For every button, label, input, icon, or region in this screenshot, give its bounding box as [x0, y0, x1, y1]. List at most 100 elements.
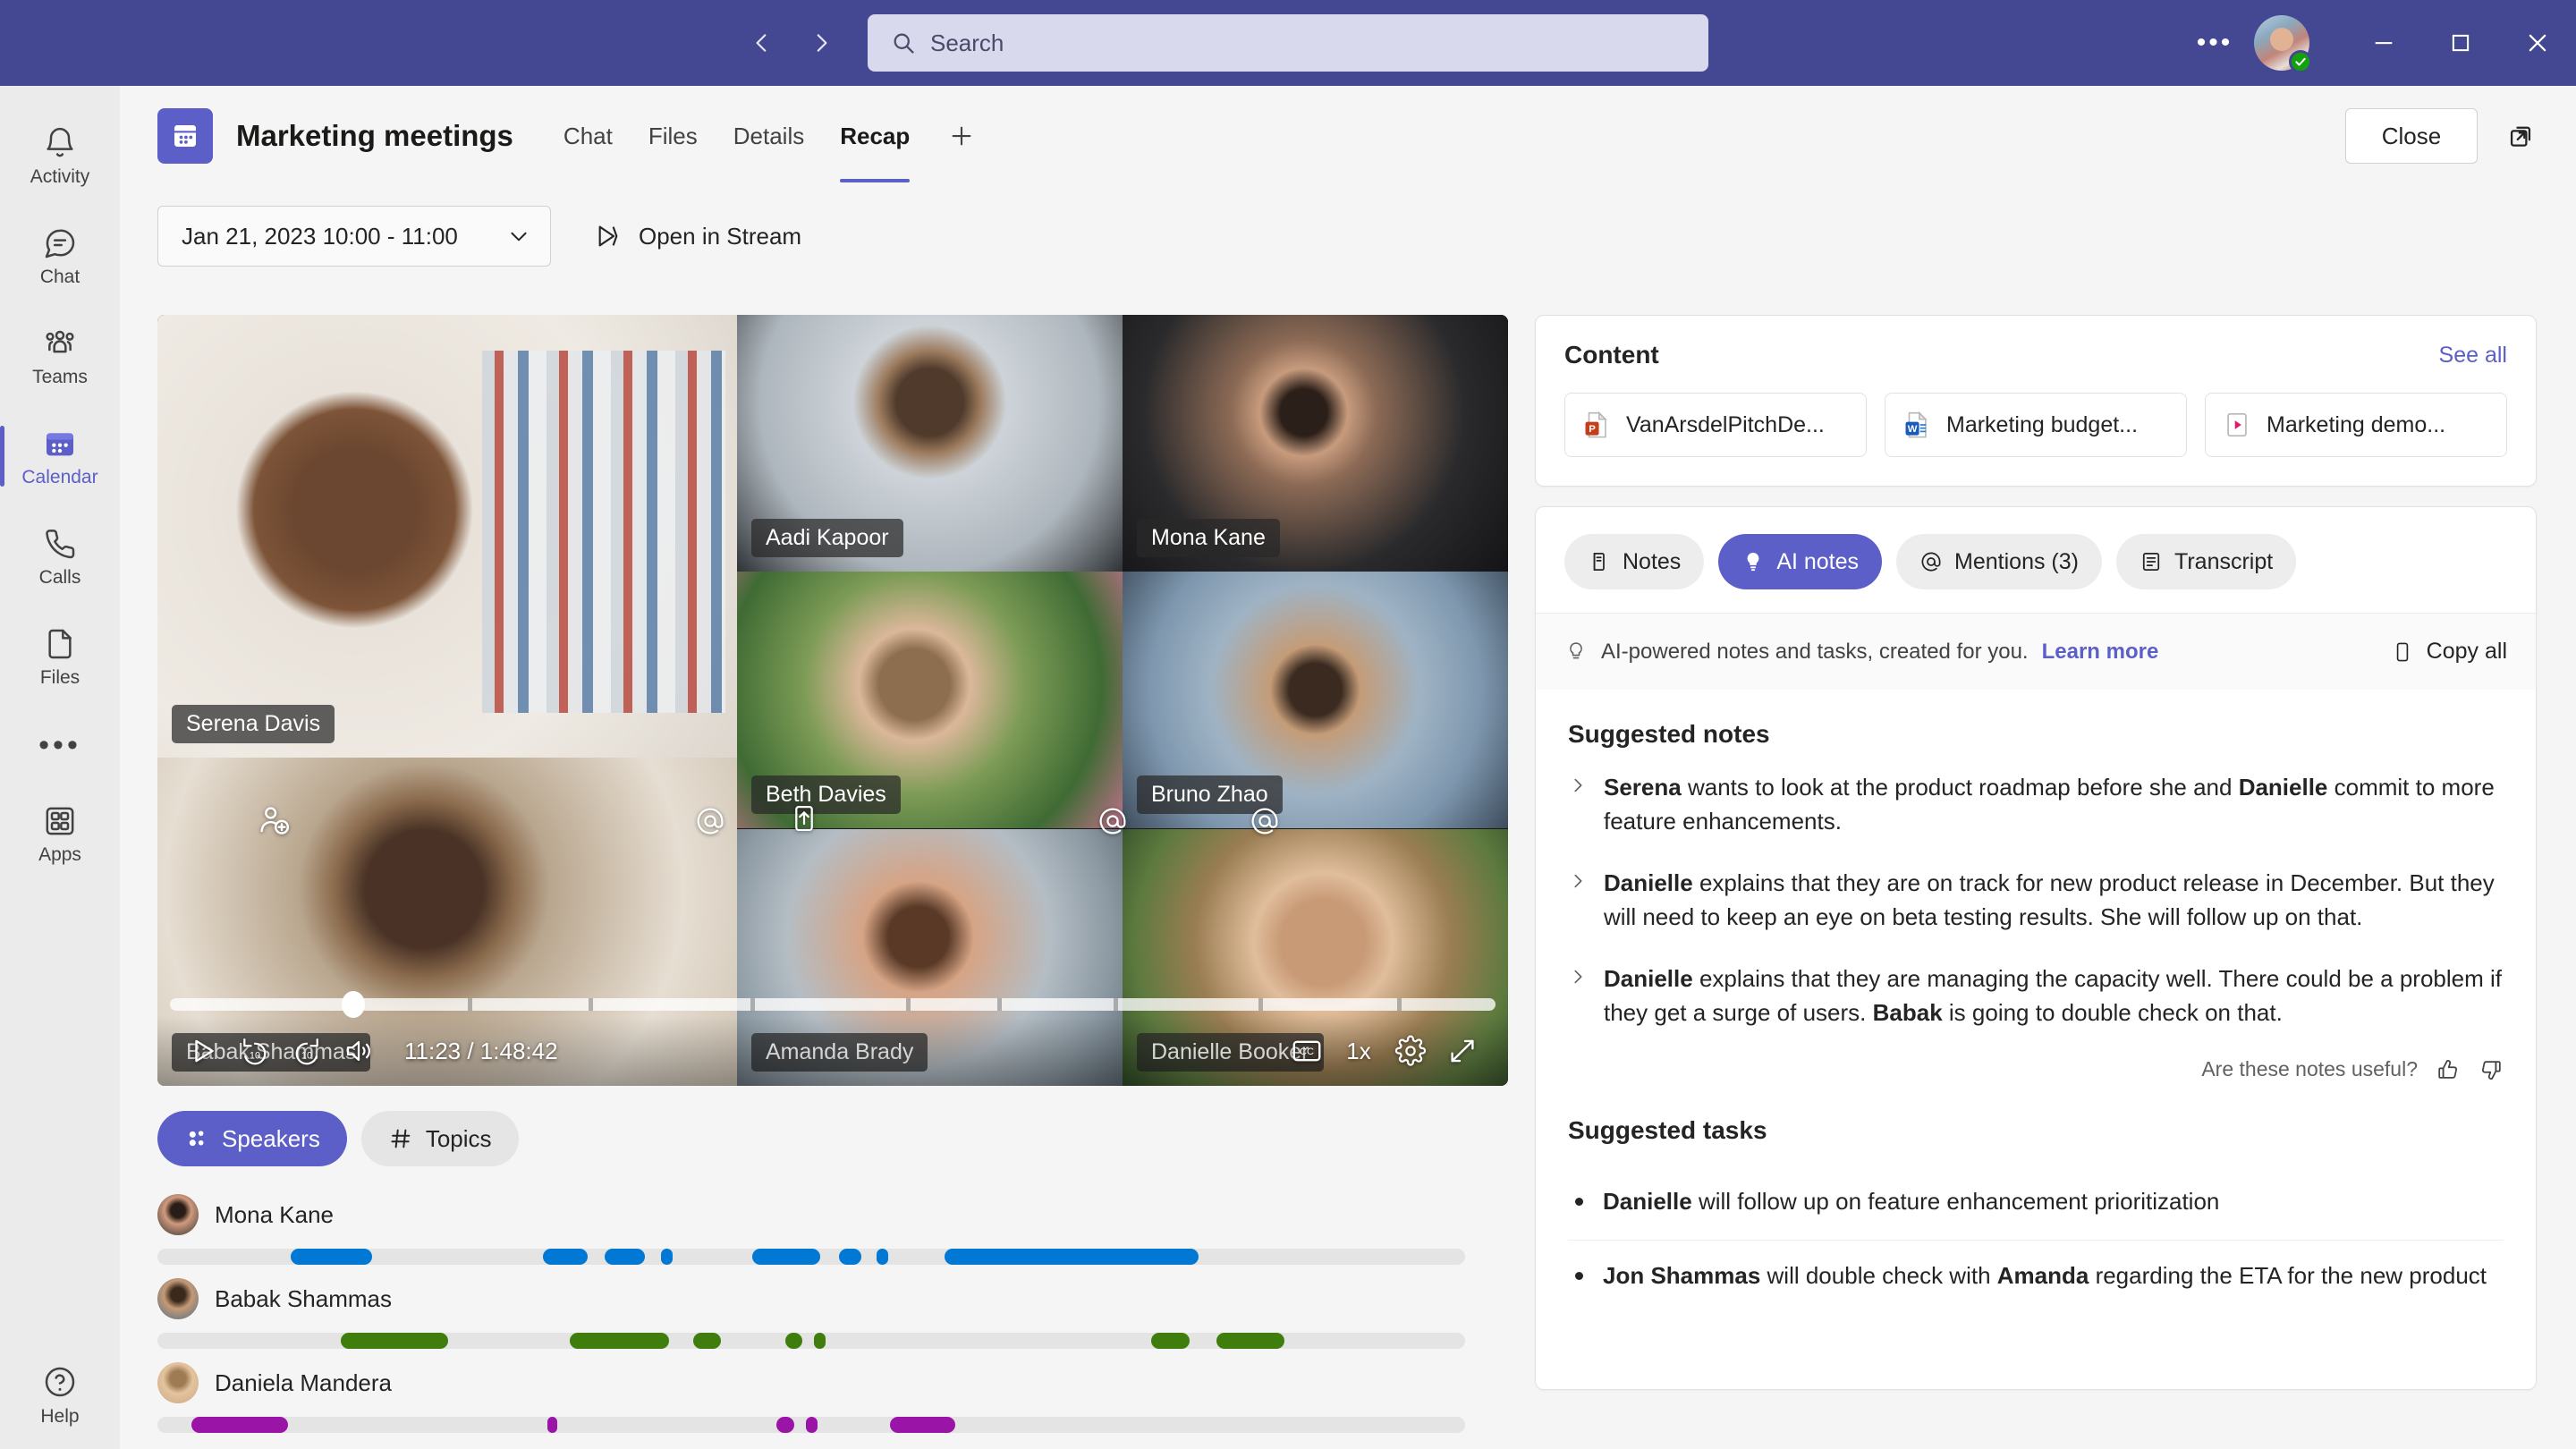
sidebar-item-activity[interactable]: Activity: [0, 106, 120, 206]
speaker-timeline-segment[interactable]: [1216, 1333, 1284, 1349]
tab-chat[interactable]: Chat: [546, 114, 631, 159]
fullscreen-icon[interactable]: [1436, 1025, 1488, 1077]
scrubber-thumb[interactable]: [342, 991, 365, 1018]
scrubber-chapter-mark: [750, 998, 755, 1011]
add-tab-button[interactable]: [938, 113, 985, 159]
copy-all-button[interactable]: Copy all: [2391, 639, 2507, 665]
chevron-right-icon[interactable]: [1568, 962, 1588, 1030]
speaker-timeline-segment[interactable]: [605, 1249, 645, 1265]
tab-topics[interactable]: Topics: [361, 1111, 519, 1166]
tab-speakers-label: Speakers: [222, 1125, 320, 1153]
date-range-value: Jan 21, 2023 10:00 - 11:00: [182, 223, 458, 250]
speaker-timeline-segment[interactable]: [341, 1333, 448, 1349]
file-chip-word[interactable]: W Marketing budget...: [1885, 393, 2187, 457]
more-options-icon[interactable]: •••: [2188, 16, 2241, 70]
volume-icon[interactable]: [333, 1025, 385, 1077]
file-chip-video[interactable]: Marketing demo...: [2205, 393, 2507, 457]
speaker-header: Babak Shammas: [157, 1274, 1508, 1324]
thumbs-down-icon[interactable]: [2479, 1057, 2504, 1082]
close-button[interactable]: Close: [2345, 108, 2478, 164]
tab-recap[interactable]: Recap: [822, 114, 928, 159]
sidebar-item-help[interactable]: Help: [0, 1364, 120, 1428]
teams-icon: [42, 326, 78, 361]
speaker-timeline-segment[interactable]: [890, 1417, 955, 1433]
video-tile[interactable]: Aadi Kapoor: [737, 315, 1123, 572]
video-scrubber[interactable]: [170, 998, 1496, 1011]
speaker-timeline-segment[interactable]: [776, 1417, 794, 1433]
sidebar-item-calls[interactable]: Calls: [0, 506, 120, 606]
speaker-timeline-segment[interactable]: [945, 1249, 1199, 1265]
speaker-timeline-segment[interactable]: [877, 1249, 888, 1265]
sidebar-item-chat[interactable]: Chat: [0, 206, 120, 306]
video-tile[interactable]: Beth Davies: [737, 572, 1123, 828]
chevron-right-icon[interactable]: [1568, 770, 1588, 839]
maximize-button[interactable]: [2422, 0, 2499, 86]
chevron-right-icon[interactable]: [1568, 866, 1588, 935]
search-input[interactable]: Search: [868, 14, 1708, 72]
date-range-selector[interactable]: Jan 21, 2023 10:00 - 11:00: [157, 206, 551, 267]
titlebar-right-group: •••: [2188, 0, 2576, 86]
rewind-10-icon[interactable]: 10: [229, 1025, 281, 1077]
tab-speakers[interactable]: Speakers: [157, 1111, 347, 1166]
suggested-tasks-title: Suggested tasks: [1568, 1116, 2504, 1145]
mention-marker-icon[interactable]: [694, 805, 726, 837]
share-marker-icon[interactable]: [788, 802, 820, 835]
tab-files[interactable]: Files: [631, 114, 716, 159]
speaker-timeline-segment[interactable]: [291, 1249, 372, 1265]
mention-marker-icon[interactable]: [1097, 805, 1129, 837]
forward-button[interactable]: [801, 23, 841, 63]
tab-mentions[interactable]: Mentions (3): [1896, 534, 2102, 589]
back-button[interactable]: [742, 23, 782, 63]
speaker-timeline-track[interactable]: [157, 1249, 1465, 1265]
join-marker-icon[interactable]: [256, 802, 292, 838]
close-window-button[interactable]: [2499, 0, 2576, 86]
captions-icon[interactable]: CC: [1281, 1025, 1333, 1077]
avatar[interactable]: [2254, 15, 2309, 71]
speaker-timeline-segment[interactable]: [547, 1417, 558, 1433]
video-tile[interactable]: Mona Kane: [1123, 315, 1508, 572]
sidebar-item-calendar[interactable]: Calendar: [0, 406, 120, 506]
see-all-link[interactable]: See all: [2439, 343, 2507, 369]
sidebar-item-files[interactable]: Files: [0, 606, 120, 707]
speaker-timeline-segment[interactable]: [839, 1249, 861, 1265]
speaker-timeline-segment[interactable]: [570, 1333, 669, 1349]
tab-ai-notes[interactable]: AI notes: [1718, 534, 1882, 589]
video-tile[interactable]: Serena Davis: [157, 315, 737, 758]
speaker-timeline-track[interactable]: [157, 1417, 1465, 1433]
file-chip-powerpoint[interactable]: P VanArsdelPitchDe...: [1564, 393, 1867, 457]
people-icon: [184, 1126, 209, 1151]
speaker-timeline-segment[interactable]: [693, 1333, 721, 1349]
meeting-video-player[interactable]: Serena Davis Babak Shammas Aadi Kapoor M…: [157, 315, 1508, 1086]
forward-10-icon[interactable]: 10: [281, 1025, 333, 1077]
person-name: Babak: [1873, 999, 1943, 1026]
popout-icon[interactable]: [2497, 113, 2544, 159]
tab-transcript[interactable]: Transcript: [2116, 534, 2296, 589]
video-tile[interactable]: Bruno Zhao: [1123, 572, 1508, 828]
play-icon[interactable]: [177, 1025, 229, 1077]
learn-more-link[interactable]: Learn more: [2042, 640, 2159, 665]
sidebar-item-teams[interactable]: Teams: [0, 306, 120, 406]
speaker-timeline-segment[interactable]: [785, 1333, 802, 1349]
playback-speed-button[interactable]: 1x: [1333, 1025, 1385, 1077]
speaker-timeline-segment[interactable]: [661, 1249, 673, 1265]
speaker-timeline-track[interactable]: [157, 1333, 1465, 1349]
thumbs-up-icon[interactable]: [2436, 1057, 2461, 1082]
minimize-button[interactable]: [2345, 0, 2422, 86]
bullet-icon: [1575, 1198, 1583, 1206]
avatar: [157, 1278, 199, 1319]
open-in-stream-button[interactable]: Open in Stream: [581, 213, 814, 259]
sidebar-more-icon[interactable]: •••: [0, 707, 120, 784]
speaker-timeline-segment[interactable]: [814, 1333, 826, 1349]
mention-marker-icon[interactable]: [1249, 805, 1281, 837]
speaker-timeline-segment[interactable]: [543, 1249, 588, 1265]
speaker-timeline-segment[interactable]: [806, 1417, 818, 1433]
speaker-timeline-segment[interactable]: [1151, 1333, 1189, 1349]
bulb-outline-icon: [1564, 640, 1588, 664]
tab-notes[interactable]: Notes: [1564, 534, 1704, 589]
speaker-timeline-segment[interactable]: [191, 1417, 288, 1433]
scrubber-track[interactable]: [170, 998, 1496, 1011]
speaker-timeline-segment[interactable]: [752, 1249, 820, 1265]
tab-details[interactable]: Details: [716, 114, 822, 159]
sidebar-item-apps[interactable]: Apps: [0, 784, 120, 884]
gear-icon[interactable]: [1385, 1025, 1436, 1077]
